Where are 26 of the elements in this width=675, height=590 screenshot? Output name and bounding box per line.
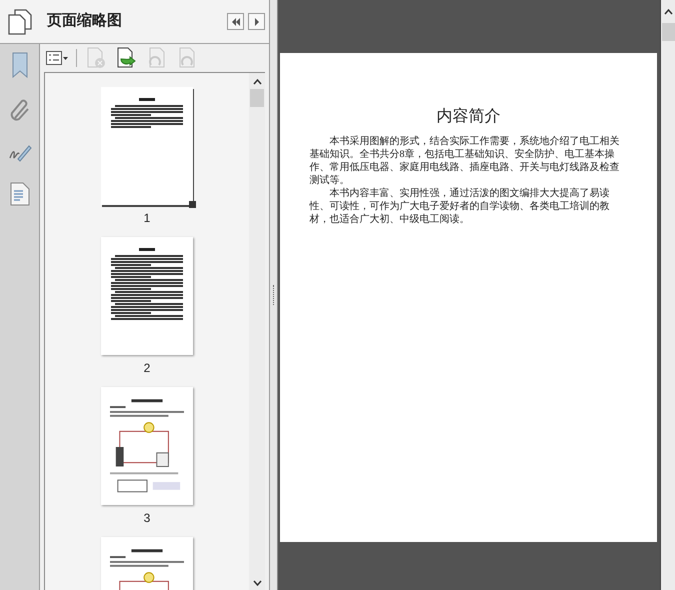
page-thumbnail[interactable] <box>101 387 193 505</box>
pages-icon[interactable] <box>8 8 32 34</box>
expand-button[interactable] <box>248 13 265 30</box>
scrollbar-thumb[interactable] <box>250 89 264 107</box>
insert-page-icon[interactable] <box>115 47 137 69</box>
splitter-handle[interactable] <box>270 0 278 590</box>
body-paragraph: 本书采用图解的形式，结合实际工作需要，系统地介绍了电工相关基础知识。全书共分8章，包括电工基础知识、安全防护、电工基本操作、常用低压电器、家庭用电线路、插座电路、开关与电灯线路及检查测试等。 <box>310 135 620 187</box>
page-number: 3 <box>144 511 150 525</box>
panel-title: 页面缩略图 <box>47 11 122 32</box>
options-dropdown-button[interactable] <box>46 48 68 68</box>
collapse-button[interactable] <box>227 13 244 30</box>
page-thumbnail[interactable] <box>101 237 193 355</box>
scrollbar[interactable] <box>249 73 265 590</box>
resize-handle[interactable] <box>189 201 196 208</box>
document-lines-icon[interactable] <box>10 182 30 206</box>
body-paragraph: 本书内容丰富、实用性强，通过活泼的图文编排大大提高了易读性、可读性，可作为广大电子爱好者的自学读物、各类电工培训的教材，也适合广大初、中级电工阅读。 <box>310 187 610 226</box>
paperclip-icon[interactable] <box>8 98 30 122</box>
scrollbar[interactable] <box>660 0 675 590</box>
list-options-icon <box>46 51 68 65</box>
page-thumbnail[interactable] <box>101 87 193 205</box>
page-heading: 内容简介 <box>436 106 500 127</box>
page-number: 2 <box>144 361 150 375</box>
scrollbar-thumb[interactable] <box>662 23 674 41</box>
right-arrow-icon <box>254 18 260 26</box>
page-number: 1 <box>144 211 150 225</box>
double-left-arrow-icon <box>230 18 240 26</box>
